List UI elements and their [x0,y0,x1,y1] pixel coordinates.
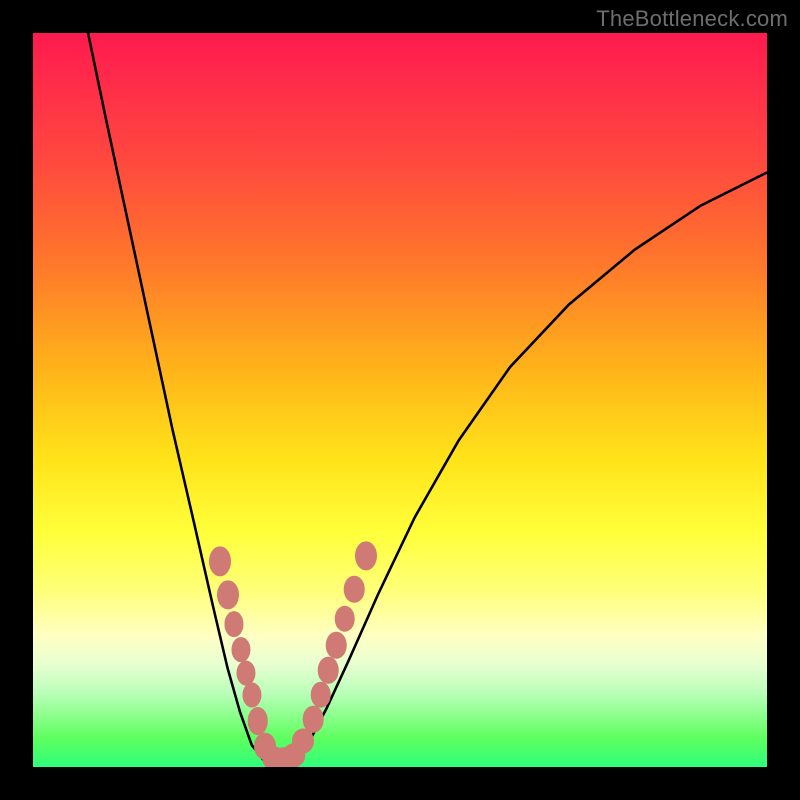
data-marker [344,576,365,602]
data-marker [303,706,324,732]
data-marker [335,606,356,632]
data-marker [310,682,331,708]
data-marker [242,683,261,708]
data-marker [247,708,268,736]
curve-path [88,33,767,761]
plot-area [33,33,767,767]
watermark-text: TheBottleneck.com [596,6,788,32]
data-marker [318,657,339,683]
data-marker [326,632,347,658]
data-marker [231,637,250,663]
data-marker [225,611,244,637]
outer-frame: TheBottleneck.com [0,0,800,800]
bottleneck-curve [33,33,767,767]
